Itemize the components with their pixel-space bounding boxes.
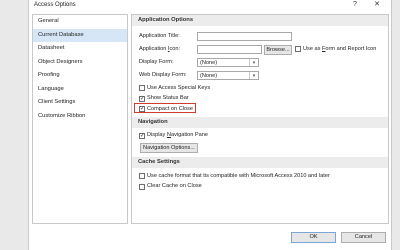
web-display-form-row: Web Display Form: (None) ▾ xyxy=(132,69,388,82)
browse-button[interactable]: Browse... xyxy=(264,44,292,55)
ok-button[interactable]: OK xyxy=(291,232,336,243)
web-display-form-select[interactable]: (None) ▾ xyxy=(197,71,259,80)
display-form-label: Display Form: xyxy=(139,59,174,65)
app-icon-row: Application Icon: Browse... Use as Form … xyxy=(132,43,388,56)
sidebar-item-customize-ribbon[interactable]: Customize Ribbon xyxy=(33,110,127,124)
app-icon-label: Application Icon: xyxy=(139,46,181,52)
sidebar-item-client-settings[interactable]: Client Settings xyxy=(33,96,127,110)
sidebar-item-object-designers[interactable]: Object Designers xyxy=(33,56,127,70)
chevron-down-icon: ▾ xyxy=(249,72,258,79)
use-access-special-keys-label: Use Access Special Keys xyxy=(147,84,211,91)
use-as-form-report-icon-checkbox[interactable] xyxy=(295,46,301,52)
sidebar-item-datasheet[interactable]: Datasheet xyxy=(33,42,127,56)
help-button[interactable]: ? xyxy=(349,0,361,10)
web-display-form-label: Web Display Form: xyxy=(139,72,187,78)
show-status-bar-label: Show Status Bar xyxy=(147,95,189,101)
web-display-form-value: (None) xyxy=(200,73,218,79)
display-form-select[interactable]: (None) ▾ xyxy=(197,58,259,67)
display-form-row: Display Form: (None) ▾ xyxy=(132,56,388,69)
use-as-form-report-icon-label: Use as Form and Report Icon xyxy=(303,46,377,52)
sidebar-item-general[interactable]: General xyxy=(33,15,127,29)
access-options-dialog: Access Options ? ✕ General Current Datab… xyxy=(28,0,392,250)
app-title-input[interactable] xyxy=(197,32,292,41)
cancel-button[interactable]: Cancel xyxy=(341,232,386,243)
clear-cache-label: Clear Cache on Close xyxy=(147,183,202,189)
use-cache-format-label: Use cache format that tis compatible wit… xyxy=(147,172,330,179)
sidebar-item-proofing[interactable]: Proofing xyxy=(33,69,127,83)
title-bar: Access Options ? ✕ xyxy=(29,0,391,12)
app-title-row: Application Title: xyxy=(132,30,388,43)
options-sidebar: General Current Database Datasheet Objec… xyxy=(32,14,128,224)
show-status-bar-checkbox[interactable]: ✓ xyxy=(139,95,145,102)
sidebar-item-current-database[interactable]: Current Database xyxy=(33,28,127,42)
app-title-label: Application Title: xyxy=(139,33,180,39)
use-cache-format-checkbox[interactable] xyxy=(139,173,145,179)
options-content-panel: Application Options Application Title: A… xyxy=(131,14,389,224)
navigation-header: Navigation xyxy=(132,116,388,128)
compact-on-close-label: Compact on Close xyxy=(147,105,194,112)
window-title: Access Options xyxy=(34,2,76,8)
display-nav-pane-label: Display Navigation Pane xyxy=(147,132,208,138)
close-button[interactable]: ✕ xyxy=(371,0,383,10)
nav-options-row: Navigation Options... xyxy=(132,141,388,157)
use-access-special-keys-checkbox[interactable] xyxy=(139,85,145,91)
chevron-down-icon: ▾ xyxy=(249,59,258,66)
use-access-special-keys-row: Use Access Special Keys xyxy=(132,83,388,94)
cache-settings-header: Cache Settings xyxy=(132,157,388,168)
clear-cache-row: Clear Cache on Close xyxy=(132,182,388,193)
application-options-header: Application Options xyxy=(132,15,388,26)
clear-cache-checkbox[interactable] xyxy=(139,183,145,190)
compact-on-close-checkbox[interactable]: ✓ xyxy=(139,106,145,112)
display-form-value: (None) xyxy=(200,60,218,66)
display-nav-pane-row: ✓ Display Navigation Pane xyxy=(132,131,388,142)
sidebar-item-language[interactable]: Language xyxy=(33,83,127,97)
compact-on-close-row: ✓ Compact on Close xyxy=(132,103,388,115)
display-nav-pane-checkbox[interactable]: ✓ xyxy=(139,132,145,139)
use-cache-format-row: Use cache format that tis compatible wit… xyxy=(132,171,388,182)
app-icon-input[interactable] xyxy=(197,45,262,54)
navigation-options-button[interactable]: Navigation Options... xyxy=(140,143,198,153)
